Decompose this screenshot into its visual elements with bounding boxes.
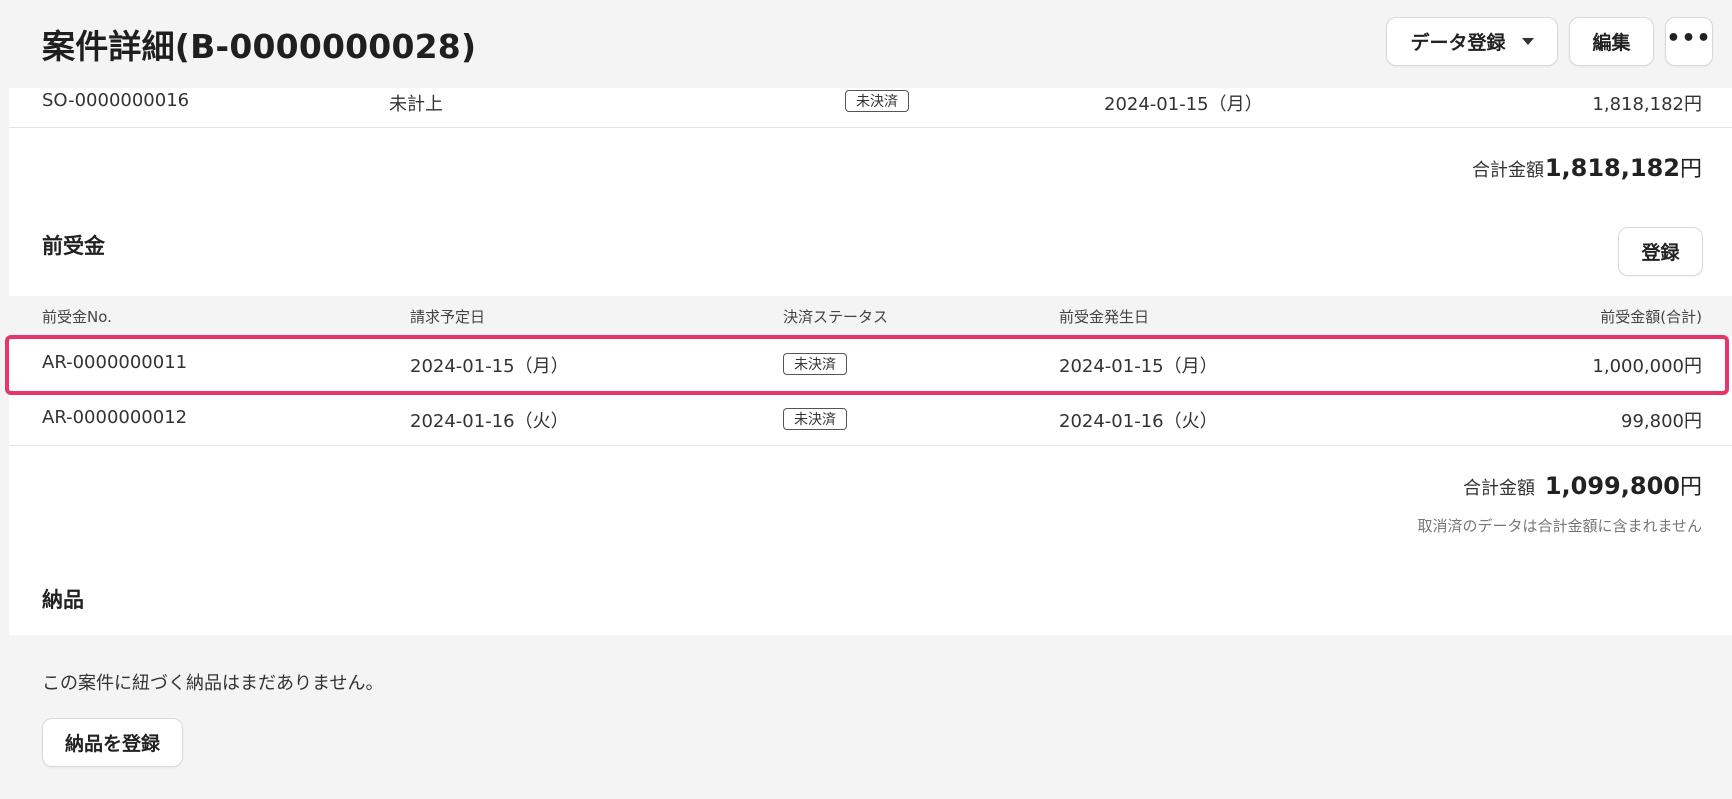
data-register-label: データ登録	[1410, 32, 1506, 54]
status-badge: 未決済	[845, 90, 909, 112]
delivery-empty-panel: この案件に紐づく納品はまだありません。 納品を登録	[9, 635, 1732, 799]
advance-total-value: 1,099,800円	[1544, 472, 1702, 500]
page-title: 案件詳細(B-0000000028)	[42, 27, 477, 66]
delivery-section-title: 納品	[42, 588, 84, 612]
page-header: 案件詳細(B-0000000028) データ登録 編集 •••	[0, 0, 1732, 88]
advance-table-header: 前受金No. 請求予定日 決済ステータス 前受金発生日 前受金額(合計)	[9, 296, 1732, 336]
advance-total-label: 合計金額	[1463, 478, 1535, 499]
divider	[9, 127, 1732, 128]
advance-amount: 99,800円	[1621, 411, 1702, 432]
more-dots-icon: •••	[1666, 25, 1712, 51]
sales-order-number[interactable]: SO-0000000016	[42, 90, 189, 111]
edit-label: 編集	[1592, 32, 1631, 54]
advance-register-button[interactable]: 登録	[1618, 227, 1703, 276]
sales-order-date: 2024-01-15（月）	[1104, 94, 1263, 115]
content-panel: SO-0000000016 未計上 未決済 2024-01-15（月） 1,81…	[9, 88, 1732, 635]
sales-order-status-text: 未計上	[389, 94, 443, 115]
column-header-amount: 前受金額(合計)	[1600, 308, 1702, 326]
register-delivery-button[interactable]: 納品を登録	[42, 718, 183, 767]
sales-total-value: 1,818,182円	[1544, 154, 1702, 182]
status-badge: 未決済	[783, 353, 847, 375]
delivery-empty-message: この案件に紐づく納品はまだありません。	[42, 673, 384, 694]
total-note: 取消済のデータは合計金額に含まれません	[1417, 517, 1702, 535]
register-delivery-label: 納品を登録	[64, 733, 160, 755]
occurred-date: 2024-01-15（月）	[1059, 356, 1218, 377]
advance-register-label: 登録	[1641, 242, 1680, 264]
status-badge: 未決済	[783, 408, 847, 430]
divider	[9, 445, 1732, 446]
more-button[interactable]: •••	[1665, 17, 1713, 66]
advance-amount: 1,000,000円	[1592, 356, 1702, 377]
column-header-billing-date: 請求予定日	[410, 308, 486, 326]
sales-total-label: 合計金額	[1472, 160, 1544, 181]
advance-section-title: 前受金	[42, 234, 105, 258]
sales-order-amount: 1,818,182円	[1592, 94, 1702, 115]
column-header-occurred-date: 前受金発生日	[1059, 308, 1150, 326]
data-register-dropdown[interactable]: データ登録	[1386, 17, 1558, 66]
caret-down-icon	[1521, 38, 1534, 45]
occurred-date: 2024-01-16（火）	[1059, 411, 1218, 432]
edit-button[interactable]: 編集	[1569, 17, 1654, 66]
advance-number[interactable]: AR-0000000012	[42, 407, 187, 428]
column-header-status: 決済ステータス	[783, 308, 889, 326]
billing-date: 2024-01-15（月）	[410, 356, 569, 377]
advance-number[interactable]: AR-0000000011	[42, 352, 187, 373]
column-header-number: 前受金No.	[42, 308, 112, 326]
billing-date: 2024-01-16（火）	[410, 411, 569, 432]
